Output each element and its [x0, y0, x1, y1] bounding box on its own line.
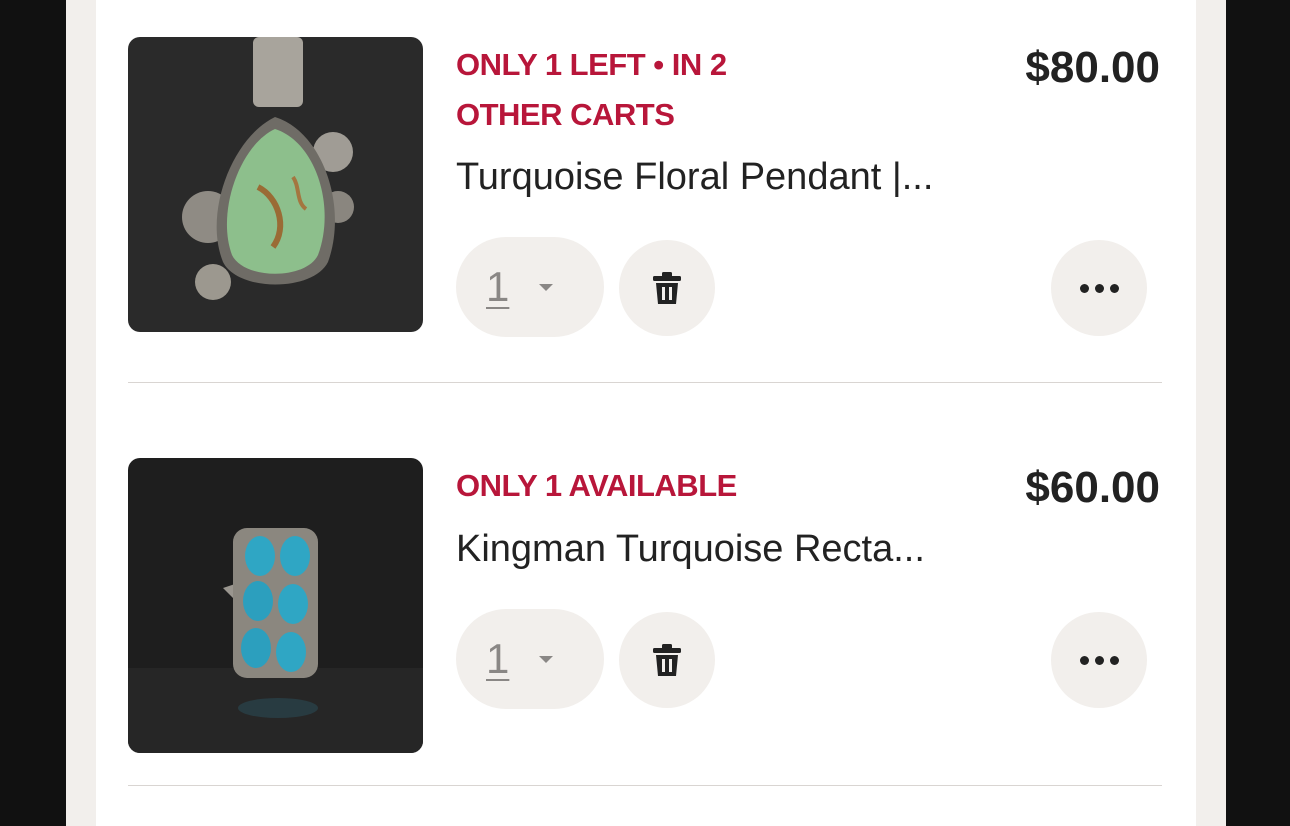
urgency-message: ONLY 1 LEFT • IN 2 OTHER CARTS [456, 47, 727, 132]
turquoise-pendant-image [128, 37, 423, 332]
turquoise-ring-image [128, 458, 423, 753]
divider [128, 785, 1162, 786]
urgency-message: ONLY 1 AVAILABLE [456, 468, 737, 503]
quantity-selector[interactable]: 1 [456, 609, 604, 709]
divider [128, 382, 1162, 383]
caret-down-icon [539, 655, 554, 663]
item-title[interactable]: Kingman Turquoise Recta... [456, 524, 1016, 574]
cart-list: ONLY 1 LEFT • IN 2 OTHER CARTS $80.00 Tu… [96, 0, 1196, 826]
item-title[interactable]: Turquoise Floral Pendant |... [456, 152, 1016, 202]
product-image[interactable] [128, 37, 423, 332]
quantity-selector[interactable]: 1 [456, 237, 604, 337]
remove-item-button[interactable] [619, 240, 715, 336]
product-image[interactable] [128, 458, 423, 753]
more-options-button[interactable] [1051, 240, 1147, 336]
more-options-icon [1079, 283, 1119, 293]
caret-down-icon [539, 283, 554, 291]
more-options-button[interactable] [1051, 612, 1147, 708]
quantity-value: 1 [486, 263, 510, 310]
quantity-value: 1 [486, 635, 510, 682]
item-price: $80.00 [1025, 43, 1160, 92]
remove-item-button[interactable] [619, 612, 715, 708]
trash-icon [653, 644, 681, 676]
more-options-icon [1079, 655, 1119, 665]
item-price: $60.00 [1025, 463, 1160, 512]
trash-icon [653, 272, 681, 304]
